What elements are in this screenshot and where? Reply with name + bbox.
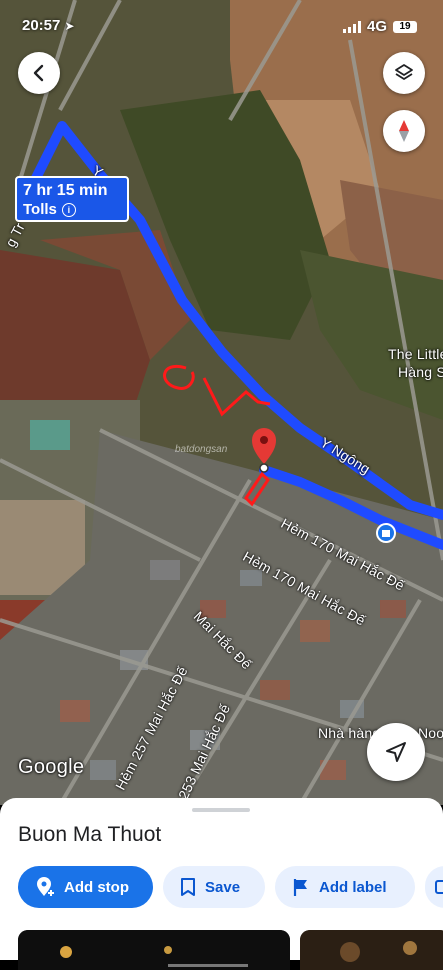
route-tolls-label: Tolls [23, 201, 57, 218]
photo-strip[interactable] [18, 930, 443, 970]
add-label-button[interactable]: Add label [275, 866, 415, 908]
navigate-button[interactable] [367, 723, 425, 781]
compass-icon [399, 120, 409, 142]
place-bottom-sheet[interactable]: Buon Ma Thuot Add stop Save Add label [0, 798, 443, 970]
more-actions-button[interactable] [425, 866, 443, 908]
network-type: 4G [366, 18, 387, 35]
back-button[interactable] [18, 52, 60, 94]
add-stop-label: Add stop [64, 878, 129, 896]
shopping-marker-icon [376, 523, 396, 543]
route-duration: 7 hr 15 min [23, 182, 108, 199]
save-button[interactable]: Save [163, 866, 265, 908]
layers-icon [395, 64, 413, 80]
location-arrow-icon: ➤ [64, 19, 75, 33]
flag-icon [293, 879, 307, 896]
action-chips: Add stop Save Add label [18, 866, 443, 908]
photo-thumbnail [300, 930, 443, 970]
signal-icon [342, 20, 361, 33]
compass-button[interactable] [383, 110, 425, 152]
satellite-imagery [0, 0, 443, 805]
photo-thumbnail [18, 930, 290, 970]
layers-button[interactable] [383, 52, 425, 94]
google-logo: Google [18, 756, 85, 778]
place-label-the-little[interactable]: The Little [388, 346, 443, 362]
status-bar: 20:57 ➤ 4G 19 [0, 0, 443, 50]
more-icon [435, 880, 443, 894]
place-title: Buon Ma Thuot [18, 823, 162, 846]
status-time: 20:57 ➤ [22, 17, 75, 34]
battery-icon: 19 [393, 20, 417, 33]
place-photo[interactable] [300, 930, 443, 970]
watermark: batdongsan [175, 444, 228, 455]
place-label-hang[interactable]: Hàng S [398, 364, 443, 380]
save-label: Save [205, 878, 241, 896]
add-stop-button[interactable]: Add stop [18, 866, 153, 908]
info-icon: i [61, 203, 76, 217]
sheet-drag-handle[interactable] [192, 808, 250, 812]
add-label-label: Add label [319, 878, 387, 896]
add-location-icon [37, 877, 54, 896]
navigation-arrow-icon [386, 742, 406, 762]
place-photo[interactable] [18, 930, 290, 970]
route-info-box[interactable]: 7 hr 15 min Tolls i [15, 176, 129, 222]
map-view[interactable]: Y Ngông Hẻm 170 Mai Hắc Đế Hẻm 170 Mai H… [0, 0, 443, 805]
bookmark-icon [181, 878, 195, 896]
arrow-left-icon [33, 64, 44, 82]
